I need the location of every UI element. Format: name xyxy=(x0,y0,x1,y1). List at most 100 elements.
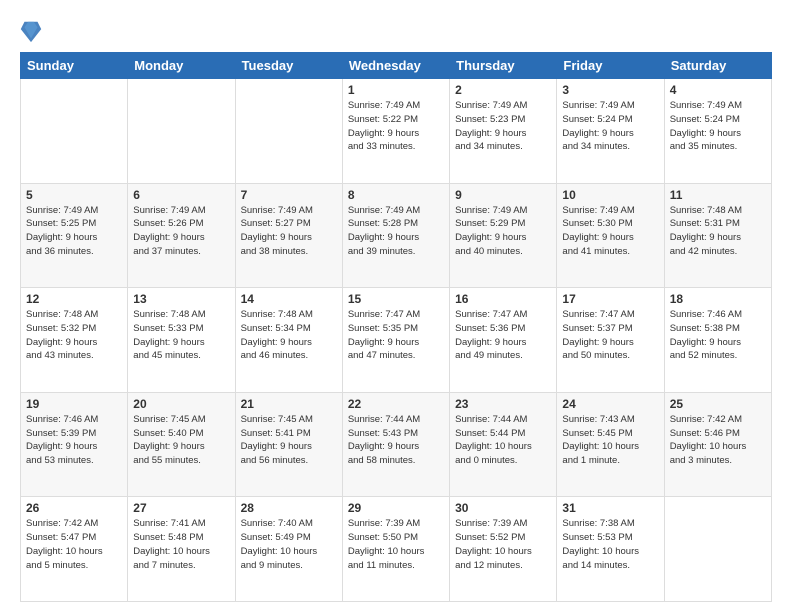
weekday-header-monday: Monday xyxy=(128,53,235,79)
header xyxy=(20,18,772,44)
day-info: Sunrise: 7:48 AM Sunset: 5:32 PM Dayligh… xyxy=(26,308,122,363)
calendar-cell: 16Sunrise: 7:47 AM Sunset: 5:36 PM Dayli… xyxy=(450,288,557,393)
calendar-cell: 6Sunrise: 7:49 AM Sunset: 5:26 PM Daylig… xyxy=(128,183,235,288)
day-number: 7 xyxy=(241,188,337,202)
day-number: 15 xyxy=(348,292,444,306)
week-row-4: 19Sunrise: 7:46 AM Sunset: 5:39 PM Dayli… xyxy=(21,392,772,497)
calendar-cell: 21 Sunrise: 7:45 AM Sunset: 5:41 PM Dayli… xyxy=(235,392,342,497)
calendar-cell xyxy=(21,79,128,184)
day-info: Sunrise: 7:42 AM Sunset: 5:46 PM Dayligh… xyxy=(670,413,766,468)
calendar-cell: 20 Sunrise: 7:45 AM Sunset: 5:40 PM Dayli… xyxy=(128,392,235,497)
day-info: Sunrise: 7:48 AM Sunset: 5:31 PM Dayligh… xyxy=(670,204,766,259)
day-number: 14 xyxy=(241,292,337,306)
day-number: 23 xyxy=(455,397,551,411)
calendar-cell: 31 Sunrise: 7:38 AM Sunset: 5:53 PM Dayli… xyxy=(557,497,664,602)
calendar-cell: 3Sunrise: 7:49 AM Sunset: 5:24 PM Daylig… xyxy=(557,79,664,184)
calendar-cell: 17 Sunrise: 7:47 AM Sunset: 5:37 PM Dayli… xyxy=(557,288,664,393)
day-number: 5 xyxy=(26,188,122,202)
logo-icon xyxy=(20,18,42,44)
day-number: 2 xyxy=(455,83,551,97)
day-info: Sunrise: 7:45 AM Sunset: 5:40 PM Dayligh… xyxy=(133,413,229,468)
day-number: 1 xyxy=(348,83,444,97)
day-info: Sunrise: 7:42 AM Sunset: 5:47 PM Dayligh… xyxy=(26,517,122,572)
weekday-header-tuesday: Tuesday xyxy=(235,53,342,79)
calendar-cell: 1 Sunrise: 7:49 AM Sunset: 5:22 PM Daylig… xyxy=(342,79,449,184)
day-number: 27 xyxy=(133,501,229,515)
week-row-2: 5 Sunrise: 7:49 AM Sunset: 5:25 PM Daylig… xyxy=(21,183,772,288)
day-info: Sunrise: 7:49 AM Sunset: 5:30 PM Dayligh… xyxy=(562,204,658,259)
day-number: 18 xyxy=(670,292,766,306)
calendar-cell: 22 Sunrise: 7:44 AM Sunset: 5:43 PM Dayli… xyxy=(342,392,449,497)
day-number: 28 xyxy=(241,501,337,515)
calendar-cell: 7 Sunrise: 7:49 AM Sunset: 5:27 PM Daylig… xyxy=(235,183,342,288)
day-info: Sunrise: 7:46 AM Sunset: 5:39 PM Dayligh… xyxy=(26,413,122,468)
day-number: 25 xyxy=(670,397,766,411)
calendar-cell: 18 Sunrise: 7:46 AM Sunset: 5:38 PM Dayli… xyxy=(664,288,771,393)
calendar-cell: 13 Sunrise: 7:48 AM Sunset: 5:33 PM Dayli… xyxy=(128,288,235,393)
calendar-cell: 25 Sunrise: 7:42 AM Sunset: 5:46 PM Dayli… xyxy=(664,392,771,497)
day-info: Sunrise: 7:49 AM Sunset: 5:24 PM Dayligh… xyxy=(670,99,766,154)
calendar-cell: 4 Sunrise: 7:49 AM Sunset: 5:24 PM Daylig… xyxy=(664,79,771,184)
day-number: 17 xyxy=(562,292,658,306)
logo xyxy=(20,18,48,44)
day-info: Sunrise: 7:40 AM Sunset: 5:49 PM Dayligh… xyxy=(241,517,337,572)
day-number: 12 xyxy=(26,292,122,306)
weekday-header-row: SundayMondayTuesdayWednesdayThursdayFrid… xyxy=(21,53,772,79)
weekday-header-saturday: Saturday xyxy=(664,53,771,79)
calendar-cell: 14 Sunrise: 7:48 AM Sunset: 5:34 PM Dayli… xyxy=(235,288,342,393)
day-info: Sunrise: 7:46 AM Sunset: 5:38 PM Dayligh… xyxy=(670,308,766,363)
day-info: Sunrise: 7:47 AM Sunset: 5:36 PM Dayligh… xyxy=(455,308,551,363)
day-number: 22 xyxy=(348,397,444,411)
day-number: 9 xyxy=(455,188,551,202)
weekday-header-wednesday: Wednesday xyxy=(342,53,449,79)
calendar-cell xyxy=(664,497,771,602)
day-info: Sunrise: 7:45 AM Sunset: 5:41 PM Dayligh… xyxy=(241,413,337,468)
day-info: Sunrise: 7:41 AM Sunset: 5:48 PM Dayligh… xyxy=(133,517,229,572)
calendar-cell: 10 Sunrise: 7:49 AM Sunset: 5:30 PM Dayli… xyxy=(557,183,664,288)
calendar-cell: 30 Sunrise: 7:39 AM Sunset: 5:52 PM Dayli… xyxy=(450,497,557,602)
day-number: 20 xyxy=(133,397,229,411)
day-info: Sunrise: 7:49 AM Sunset: 5:22 PM Dayligh… xyxy=(348,99,444,154)
day-number: 13 xyxy=(133,292,229,306)
day-number: 8 xyxy=(348,188,444,202)
day-number: 24 xyxy=(562,397,658,411)
week-row-5: 26Sunrise: 7:42 AM Sunset: 5:47 PM Dayli… xyxy=(21,497,772,602)
calendar-cell: 26Sunrise: 7:42 AM Sunset: 5:47 PM Dayli… xyxy=(21,497,128,602)
day-info: Sunrise: 7:48 AM Sunset: 5:34 PM Dayligh… xyxy=(241,308,337,363)
calendar-cell xyxy=(235,79,342,184)
calendar-cell: 2Sunrise: 7:49 AM Sunset: 5:23 PM Daylig… xyxy=(450,79,557,184)
weekday-header-thursday: Thursday xyxy=(450,53,557,79)
calendar-cell: 23 Sunrise: 7:44 AM Sunset: 5:44 PM Dayli… xyxy=(450,392,557,497)
day-info: Sunrise: 7:49 AM Sunset: 5:26 PM Dayligh… xyxy=(133,204,229,259)
day-number: 4 xyxy=(670,83,766,97)
day-info: Sunrise: 7:49 AM Sunset: 5:29 PM Dayligh… xyxy=(455,204,551,259)
day-info: Sunrise: 7:49 AM Sunset: 5:27 PM Dayligh… xyxy=(241,204,337,259)
calendar-cell: 8 Sunrise: 7:49 AM Sunset: 5:28 PM Daylig… xyxy=(342,183,449,288)
calendar-cell: 27 Sunrise: 7:41 AM Sunset: 5:48 PM Dayli… xyxy=(128,497,235,602)
day-info: Sunrise: 7:47 AM Sunset: 5:37 PM Dayligh… xyxy=(562,308,658,363)
page: SundayMondayTuesdayWednesdayThursdayFrid… xyxy=(0,0,792,612)
day-number: 31 xyxy=(562,501,658,515)
day-number: 30 xyxy=(455,501,551,515)
day-info: Sunrise: 7:44 AM Sunset: 5:43 PM Dayligh… xyxy=(348,413,444,468)
calendar-cell: 29Sunrise: 7:39 AM Sunset: 5:50 PM Dayli… xyxy=(342,497,449,602)
day-info: Sunrise: 7:38 AM Sunset: 5:53 PM Dayligh… xyxy=(562,517,658,572)
day-info: Sunrise: 7:48 AM Sunset: 5:33 PM Dayligh… xyxy=(133,308,229,363)
calendar-cell: 9 Sunrise: 7:49 AM Sunset: 5:29 PM Daylig… xyxy=(450,183,557,288)
calendar-cell: 15Sunrise: 7:47 AM Sunset: 5:35 PM Dayli… xyxy=(342,288,449,393)
day-info: Sunrise: 7:39 AM Sunset: 5:52 PM Dayligh… xyxy=(455,517,551,572)
day-info: Sunrise: 7:39 AM Sunset: 5:50 PM Dayligh… xyxy=(348,517,444,572)
weekday-header-friday: Friday xyxy=(557,53,664,79)
calendar-cell: 12 Sunrise: 7:48 AM Sunset: 5:32 PM Dayli… xyxy=(21,288,128,393)
week-row-3: 12 Sunrise: 7:48 AM Sunset: 5:32 PM Dayli… xyxy=(21,288,772,393)
day-info: Sunrise: 7:49 AM Sunset: 5:25 PM Dayligh… xyxy=(26,204,122,259)
calendar-cell: 24Sunrise: 7:43 AM Sunset: 5:45 PM Dayli… xyxy=(557,392,664,497)
day-number: 21 xyxy=(241,397,337,411)
calendar-cell: 28 Sunrise: 7:40 AM Sunset: 5:49 PM Dayli… xyxy=(235,497,342,602)
day-number: 10 xyxy=(562,188,658,202)
week-row-1: 1 Sunrise: 7:49 AM Sunset: 5:22 PM Daylig… xyxy=(21,79,772,184)
day-info: Sunrise: 7:49 AM Sunset: 5:28 PM Dayligh… xyxy=(348,204,444,259)
day-info: Sunrise: 7:49 AM Sunset: 5:24 PM Dayligh… xyxy=(562,99,658,154)
day-info: Sunrise: 7:44 AM Sunset: 5:44 PM Dayligh… xyxy=(455,413,551,468)
calendar-cell: 5 Sunrise: 7:49 AM Sunset: 5:25 PM Daylig… xyxy=(21,183,128,288)
